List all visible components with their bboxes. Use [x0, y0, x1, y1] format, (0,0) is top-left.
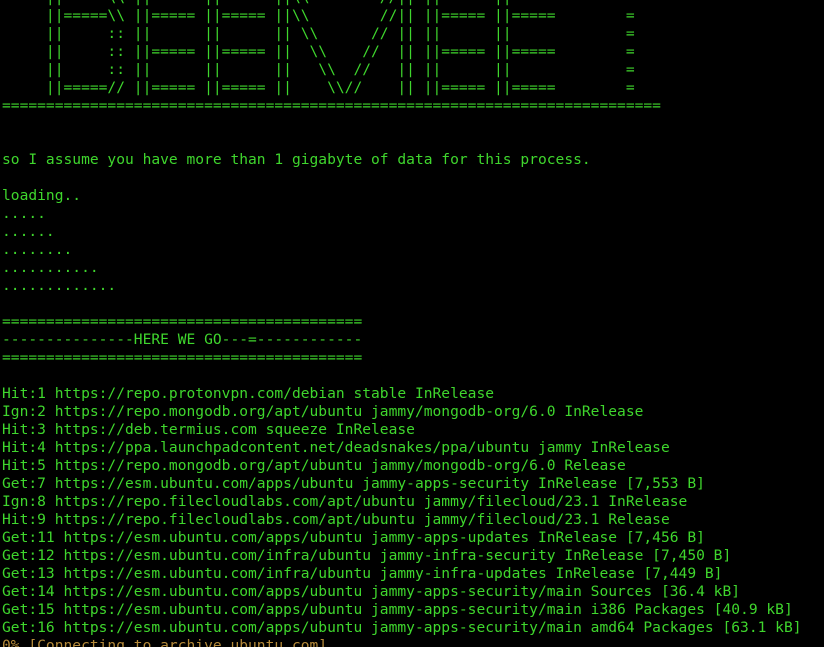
apt-output-line: Get:16 https://esm.ubuntu.com/apps/ubunt… [2, 619, 802, 636]
apt-output-line: Hit:9 https://repo.filecloudlabs.com/apt… [2, 511, 670, 528]
apt-output-line: Hit:5 https://repo.mongodb.org/apt/ubunt… [2, 457, 626, 474]
apt-output-line: Get:13 https://esm.ubuntu.com/infra/ubun… [2, 565, 723, 582]
banner-line: || :: ||===== ||===== || \\ // || ||====… [2, 43, 635, 60]
apt-output-line: Get:11 https://esm.ubuntu.com/apps/ubunt… [2, 529, 705, 546]
loading-dots: ........ [2, 241, 73, 258]
loading-dots: ........... [2, 259, 99, 276]
banner-line: ||=====// ||===== ||===== || \\// || ||=… [2, 79, 635, 96]
apt-output-line: Hit:4 https://ppa.launchpadcontent.net/d… [2, 439, 670, 456]
terminal-window[interactable]: ||=====\\ ||===== ||===== ||\\ //|| ||==… [0, 0, 824, 647]
banner-rule: ========================================… [2, 97, 661, 114]
apt-output-line: Hit:3 https://deb.termius.com squeeze In… [2, 421, 415, 438]
loading-dots: ..... [2, 205, 46, 222]
loading-dots: ............. [2, 277, 117, 294]
apt-progress-status: 0% [Connecting to archive.ubuntu.com] [2, 637, 328, 647]
apt-output-line: Get:7 https://esm.ubuntu.com/apps/ubuntu… [2, 475, 705, 492]
banner-line: || :: || || || \\ // || || || = [2, 61, 635, 78]
divider-heading: ---------------HERE WE GO---=-----------… [2, 331, 363, 348]
banner-line: || :: || || || \\ // || || || = [2, 25, 635, 42]
loading-message: loading.. [2, 187, 82, 204]
banner-line: ||=====\\ ||===== ||===== ||\\ //|| ||==… [2, 7, 635, 24]
divider-top: ========================================… [2, 313, 363, 330]
assumption-message: so I assume you have more than 1 gigabyt… [2, 151, 591, 168]
apt-output-line: Hit:1 https://repo.protonvpn.com/debian … [2, 385, 495, 402]
terminal-output: ||=====\\ ||===== ||===== ||\\ //|| ||==… [2, 0, 802, 647]
apt-output-line: Ign:2 https://repo.mongodb.org/apt/ubunt… [2, 403, 644, 420]
apt-output-line: Get:14 https://esm.ubuntu.com/apps/ubunt… [2, 583, 741, 600]
apt-output-line: Get:15 https://esm.ubuntu.com/apps/ubunt… [2, 601, 793, 618]
banner-line: ||=====\\ ||===== ||===== ||\\ //|| ||==… [2, 0, 802, 7]
apt-output-line: Ign:8 https://repo.filecloudlabs.com/apt… [2, 493, 688, 510]
divider-bottom: ========================================… [2, 349, 363, 366]
apt-output-line: Get:12 https://esm.ubuntu.com/infra/ubun… [2, 547, 732, 564]
loading-dots: ...... [2, 223, 55, 240]
